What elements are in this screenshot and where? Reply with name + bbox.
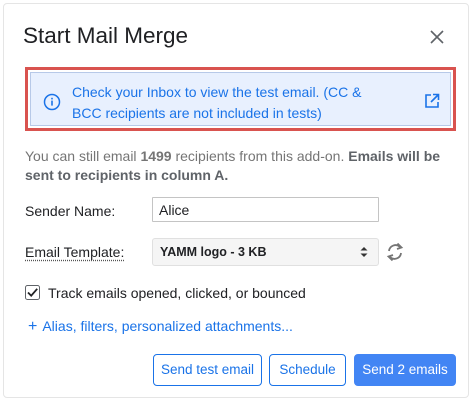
select-arrows-icon [360, 247, 368, 257]
track-emails-label: Track emails opened, clicked, or bounced [48, 285, 306, 301]
plus-icon: + [28, 318, 38, 335]
template-selected-value: YAMM logo - 3 KB [160, 245, 267, 259]
alert-message: Check your Inbox to view the test email.… [72, 84, 362, 121]
mail-merge-dialog: Start Mail Merge Check your Inbox to vie… [3, 3, 469, 398]
open-in-new-icon[interactable] [423, 92, 441, 110]
advanced-options-link[interactable]: + Alias, filters, personalized attachment… [28, 318, 293, 336]
refresh-icon[interactable] [384, 240, 406, 264]
dialog-title: Start Mail Merge [23, 23, 189, 48]
sender-name-input[interactable] [152, 197, 379, 222]
email-template-label: Email Template: [25, 244, 125, 260]
email-template-select[interactable]: YAMM logo - 3 KB [152, 238, 379, 266]
quota-count: 1499 [140, 148, 172, 164]
quota-middle: recipients from this add-on. [171, 148, 349, 164]
info-icon [43, 93, 61, 111]
alert-box: Check your Inbox to view the test email.… [30, 72, 451, 126]
send-test-email-button[interactable]: Send test email [153, 354, 262, 386]
track-emails-checkbox[interactable] [25, 285, 40, 300]
advanced-options-text: Alias, filters, personalized attachments… [42, 318, 293, 334]
send-emails-button[interactable]: Send 2 emails [354, 354, 456, 386]
sender-name-label: Sender Name: [25, 203, 116, 219]
quota-notice: You can still email 1499 recipients from… [25, 147, 465, 185]
quota-prefix: You can still email [25, 148, 141, 164]
close-icon[interactable] [427, 27, 447, 47]
schedule-button[interactable]: Schedule [269, 354, 346, 386]
test-email-alert: Check your Inbox to view the test email.… [25, 67, 456, 131]
